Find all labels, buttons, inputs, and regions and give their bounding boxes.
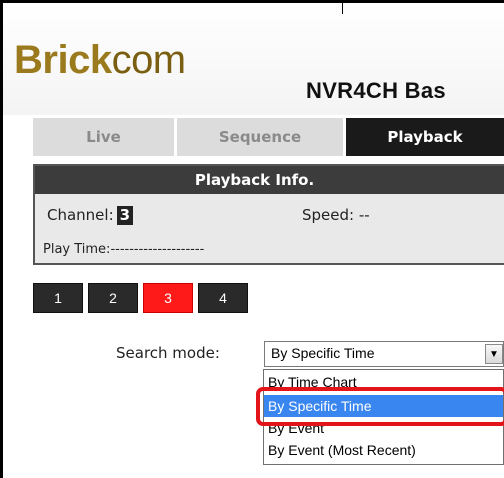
frame-divider xyxy=(342,0,343,14)
logo-text-com: com xyxy=(111,38,187,82)
search-mode-select[interactable]: By Specific Time ▼ xyxy=(264,341,504,367)
channel-button-3[interactable]: 3 xyxy=(143,283,193,313)
speed-label: Speed: xyxy=(302,206,355,224)
channel-button-1[interactable]: 1 xyxy=(33,283,83,313)
channel-button-2[interactable]: 2 xyxy=(88,283,138,313)
tab-playback[interactable]: Playback xyxy=(346,118,504,156)
option-by-event-most-recent[interactable]: By Event (Most Recent) xyxy=(264,439,503,461)
channel-button-4[interactable]: 4 xyxy=(198,283,248,313)
channel-label: Channel: xyxy=(47,206,114,224)
speed-value: -- xyxy=(358,206,370,224)
search-mode-dropdown-list: By Time Chart By Specific Time By Event … xyxy=(263,369,504,465)
search-mode-label: Search mode: xyxy=(116,344,220,362)
play-time-value: -------------------- xyxy=(110,242,205,257)
playback-info-title: Playback Info. xyxy=(35,166,504,194)
channel-row: Channel: 3 xyxy=(47,206,134,225)
dropdown-arrow-icon[interactable]: ▼ xyxy=(485,344,503,364)
product-title: NVR4CH Bas xyxy=(306,78,446,103)
channel-value: 3 xyxy=(116,206,134,225)
playback-info-panel: Playback Info. Channel: 3 Speed: -- Play … xyxy=(33,164,504,265)
tab-sequence[interactable]: Sequence xyxy=(177,118,346,156)
play-time-label: Play Time: xyxy=(43,242,111,257)
channel-selector: 1 2 3 4 xyxy=(33,283,253,313)
tab-live[interactable]: Live xyxy=(33,118,177,156)
brickcom-logo: Brickcom xyxy=(14,36,186,84)
option-by-event[interactable]: By Event xyxy=(264,417,503,439)
play-time-row: Play Time:-------------------- xyxy=(43,242,204,257)
option-by-time-chart[interactable]: By Time Chart xyxy=(264,371,503,393)
search-mode-selected-value: By Specific Time xyxy=(271,345,375,361)
main-tabs: Live Sequence Playback xyxy=(33,118,504,156)
option-by-specific-time[interactable]: By Specific Time xyxy=(264,395,503,417)
speed-row: Speed: -- xyxy=(302,206,370,224)
logo-text-brick: Brick xyxy=(14,38,112,82)
